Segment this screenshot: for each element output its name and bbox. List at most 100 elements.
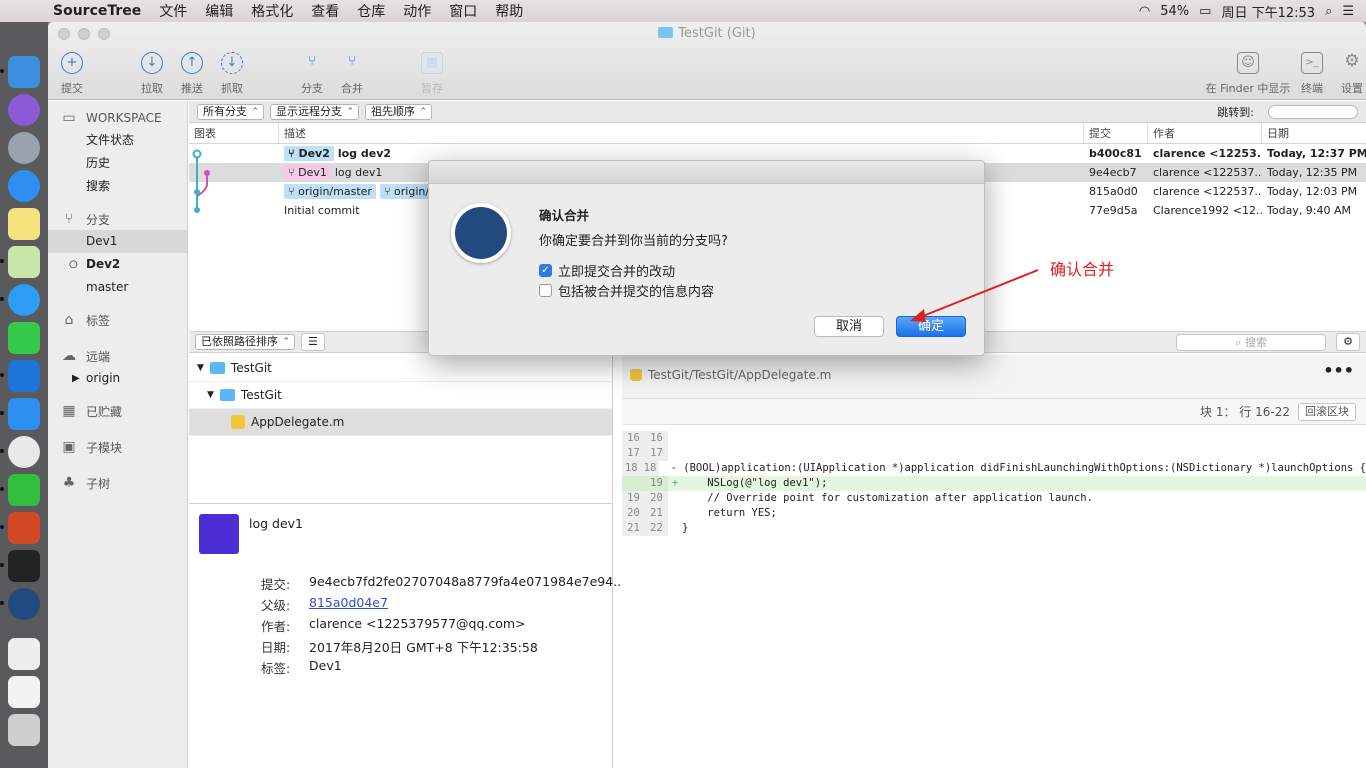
terminal-icon[interactable] — [0, 550, 40, 582]
siri-icon[interactable] — [8, 94, 40, 126]
settings-button[interactable]: ⚙ 设置 — [1330, 52, 1366, 96]
launchpad-icon[interactable] — [8, 132, 40, 164]
list-view-button[interactable]: ☰ — [301, 333, 325, 351]
cancel-button[interactable]: 取消 — [814, 316, 884, 337]
sidebar-item-dev2[interactable]: ○ Dev2 — [48, 253, 187, 276]
commit-table-header: 图表 描述 提交 作者 日期 — [189, 123, 1366, 144]
stash-button[interactable]: ▦ 暂存 — [410, 52, 454, 96]
terminal-icon: >_ — [1301, 52, 1323, 74]
show-in-finder-button[interactable]: ☺ 在 Finder 中显示 — [1198, 52, 1298, 96]
notification-center-icon[interactable]: ☰ — [1342, 4, 1354, 19]
detail-parent-row: 父级: 815a0d04e7 — [261, 595, 388, 614]
tree-item-file[interactable]: AppDelegate.m — [189, 409, 612, 436]
powerpoint-icon[interactable] — [0, 512, 40, 544]
menu-actions[interactable]: 动作 — [394, 1, 440, 21]
menu-window[interactable]: 窗口 — [440, 1, 486, 21]
wifi-icon[interactable]: ◠ — [1139, 4, 1150, 19]
branch-icon: ⑂ — [64, 211, 74, 227]
checkmark-icon[interactable]: ✓ — [539, 264, 552, 277]
tags-header[interactable]: ⌂ 标签 — [48, 309, 187, 331]
commit-node — [204, 170, 210, 176]
commit-immediately-checkbox[interactable]: ✓ 立即提交合并的改动 — [539, 261, 675, 280]
include-messages-checkbox[interactable]: 包括被合并提交的信息内容 — [539, 281, 714, 300]
menu-format[interactable]: 格式化 — [242, 1, 302, 21]
branch-tag: ⑂ origin/master — [284, 184, 376, 199]
stashes-header[interactable]: ▦ 已贮藏 — [48, 400, 187, 422]
remotes-header[interactable]: ☁ 远端 — [48, 345, 187, 367]
trash-icon[interactable] — [8, 714, 40, 746]
remote-filter-select[interactable]: 显示远程分支 — [270, 103, 359, 120]
sourcetree-window: TestGit (Git) + 提交 ↓ 拉取 ↑ 推送 ↓ 抓取 ⑂ 分支 ⑂ 合并 ▦ 暂… — [48, 22, 1366, 768]
branch-button[interactable]: ⑂ 分支 — [290, 52, 334, 96]
notes-icon[interactable] — [8, 208, 40, 240]
spotlight-icon[interactable]: ⌕ — [1325, 4, 1332, 19]
avatar — [199, 514, 239, 554]
commit-node — [194, 207, 200, 213]
menu-app[interactable]: SourceTree — [44, 3, 150, 19]
tree-item-folder[interactable]: ▼ TestGit — [189, 382, 612, 409]
tree-item-root[interactable]: ▼ TestGit — [189, 355, 612, 382]
finder-icon[interactable] — [0, 56, 40, 88]
jump-to-field[interactable] — [1268, 104, 1358, 119]
gear-menu-button[interactable]: ⚙ — [1336, 333, 1360, 351]
sidebar-item-search[interactable]: 搜索 — [48, 175, 187, 198]
branches-header[interactable]: ⑂ 分支 — [48, 208, 187, 230]
commit-button[interactable]: + 提交 — [50, 52, 94, 96]
ok-button[interactable]: 确定 — [896, 316, 966, 337]
menu-repo[interactable]: 仓库 — [348, 1, 394, 21]
order-select[interactable]: 祖先顺序 — [365, 103, 432, 120]
simulator-icon[interactable] — [0, 398, 40, 430]
disclosure-triangle-icon[interactable]: ▶ — [72, 367, 80, 390]
subtree-icon: ♣ — [62, 475, 76, 491]
menu-view[interactable]: 查看 — [302, 1, 348, 21]
col-description[interactable]: 描述 — [279, 123, 1084, 143]
sidebar-item-dev1[interactable]: Dev1 — [48, 230, 187, 253]
sidebar-item-history[interactable]: 历史 — [48, 152, 187, 175]
menu-file[interactable]: 文件 — [150, 1, 196, 21]
plus-icon: + — [61, 52, 83, 74]
parent-link[interactable]: 815a0d04e7 — [309, 595, 388, 614]
revert-hunk-button[interactable]: 回滚区块 — [1298, 402, 1356, 421]
col-author[interactable]: 作者 — [1148, 123, 1262, 143]
iqiyi-icon[interactable] — [0, 474, 40, 506]
submodules-header[interactable]: ▣ 子模块 — [48, 436, 187, 458]
file-search-input[interactable]: ⌕ 搜索 — [1176, 333, 1327, 351]
cloud-icon: ☁ — [62, 348, 76, 364]
xcode-icon[interactable] — [0, 360, 40, 392]
terminal-button[interactable]: >_ 终端 — [1290, 52, 1334, 96]
push-button[interactable]: ↑ 推送 — [170, 52, 214, 96]
commit-graph — [192, 149, 210, 213]
more-options-icon[interactable]: ••• — [1323, 361, 1354, 380]
chrome-icon[interactable] — [0, 436, 40, 468]
safari-icon[interactable] — [8, 170, 40, 202]
facetime-icon[interactable] — [8, 322, 40, 354]
messages-icon[interactable] — [0, 284, 40, 316]
col-commit[interactable]: 提交 — [1084, 123, 1148, 143]
subtrees-header[interactable]: ♣ 子树 — [48, 472, 187, 494]
diff-line: 21 22} — [622, 521, 1366, 536]
col-date[interactable]: 日期 — [1262, 123, 1366, 143]
document-icon[interactable] — [8, 638, 40, 670]
clock[interactable]: 周日 下午12:53 — [1221, 2, 1315, 21]
sidebar-item-master[interactable]: master — [48, 276, 187, 299]
fetch-icon: ↓ — [221, 52, 243, 74]
disclosure-triangle-icon[interactable]: ▼ — [197, 355, 204, 382]
sort-select[interactable]: 已依照路径排序 — [195, 334, 295, 350]
menu-help[interactable]: 帮助 — [486, 1, 532, 21]
menu-edit[interactable]: 编辑 — [196, 1, 242, 21]
pull-button[interactable]: ↓ 拉取 — [130, 52, 174, 96]
preview-icon[interactable] — [0, 246, 40, 278]
sidebar-item-file-status[interactable]: 文件状态 — [48, 129, 187, 152]
sidebar-item-origin[interactable]: ▶ origin — [48, 367, 187, 390]
merge-button[interactable]: ⑂ 合并 — [330, 52, 374, 96]
branch-filter-select[interactable]: 所有分支 — [197, 103, 264, 120]
battery-percent[interactable]: 54% — [1160, 4, 1189, 19]
col-graph[interactable]: 图表 — [189, 123, 279, 143]
branch-icon: ⑂ — [308, 54, 316, 69]
disclosure-triangle-icon[interactable]: ▼ — [207, 382, 214, 409]
battery-icon[interactable]: ▭ — [1199, 4, 1211, 19]
hunk-label: 块 1： 行 16-22 — [1200, 405, 1290, 419]
sourcetree-icon[interactable] — [0, 588, 40, 620]
chrome-document-icon[interactable] — [8, 676, 40, 708]
fetch-button[interactable]: ↓ 抓取 — [210, 52, 254, 96]
